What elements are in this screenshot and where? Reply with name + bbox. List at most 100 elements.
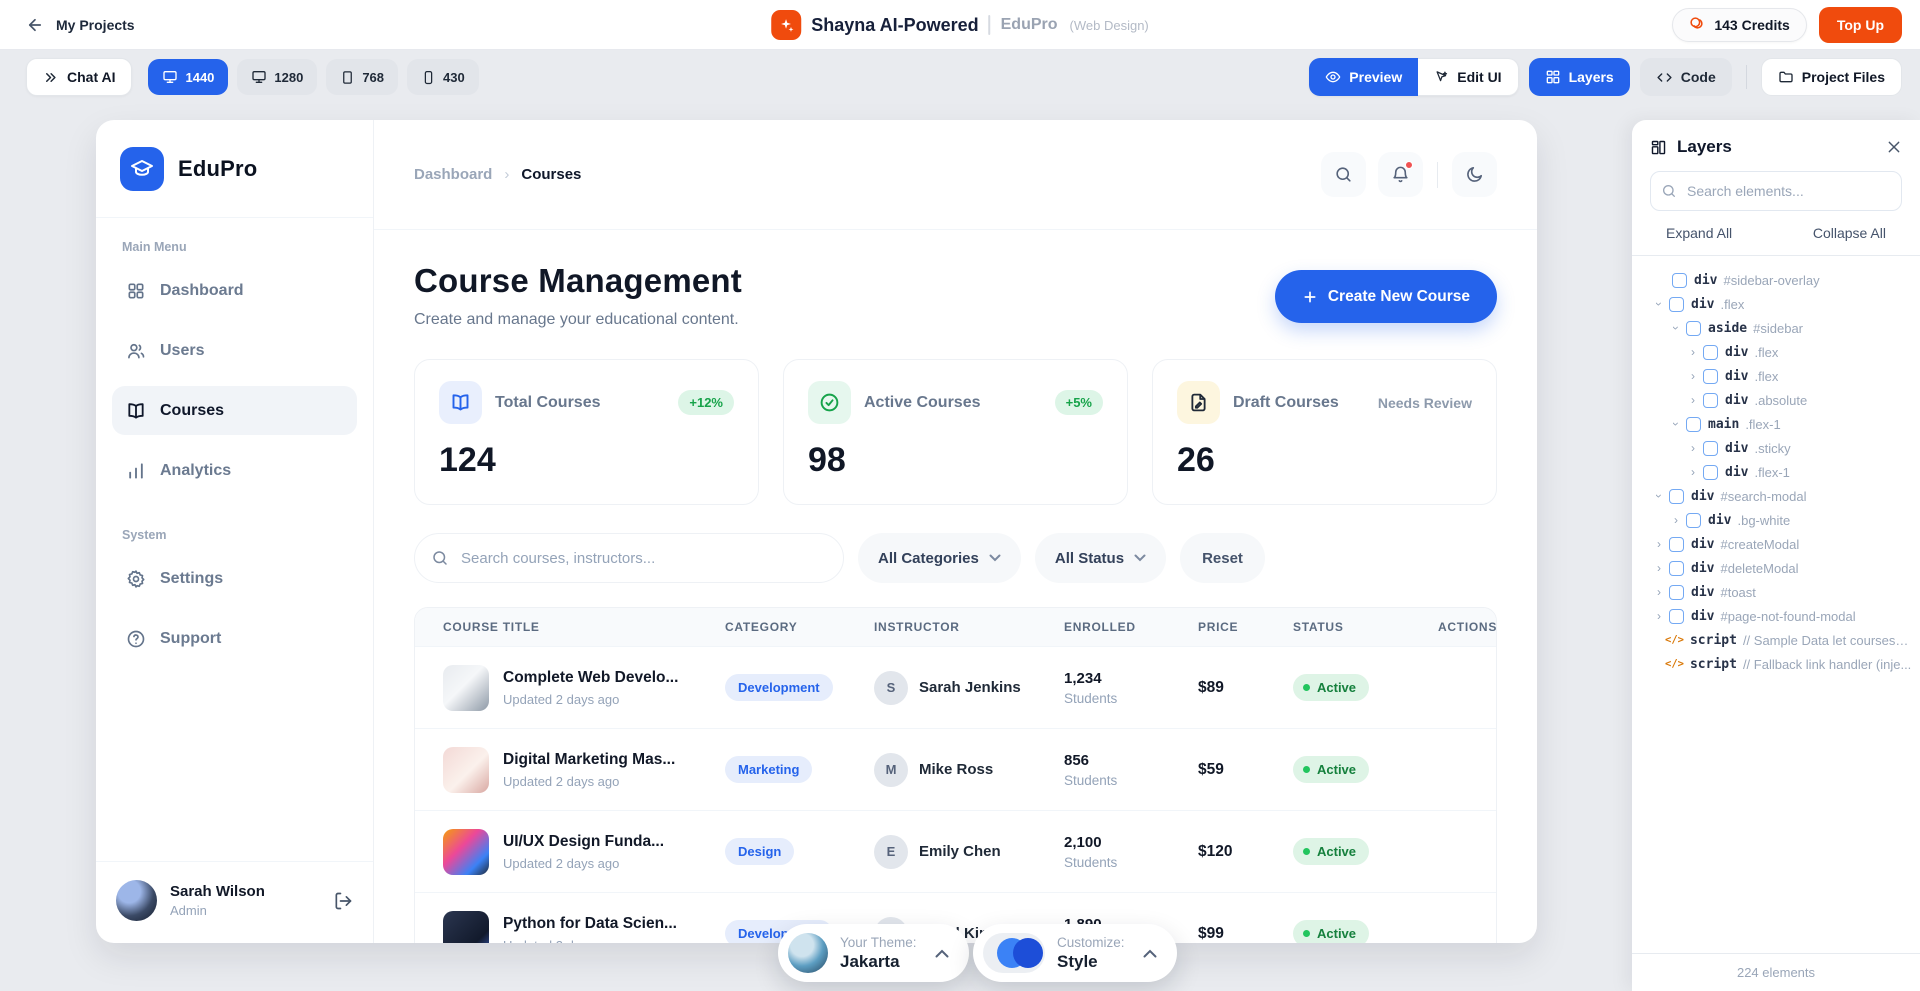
layer-row[interactable]: › div.absolute (1640, 388, 1912, 412)
users-icon (126, 341, 146, 361)
chevron-right-icon[interactable]: › (1652, 585, 1666, 599)
layer-row[interactable]: › div#search-modal (1640, 484, 1912, 508)
chevron-right-icon[interactable]: › (1686, 465, 1700, 479)
edit-ui-button[interactable]: Edit UI (1418, 58, 1518, 96)
layer-checkbox[interactable] (1669, 489, 1684, 504)
sidebar-item-support[interactable]: Support (112, 614, 357, 663)
layer-row-script[interactable]: </> script// Sample Data let courses = [… (1640, 628, 1912, 652)
chevron-right-icon[interactable]: › (1686, 369, 1700, 383)
status-badge: Active (1293, 674, 1369, 701)
layer-checkbox[interactable] (1703, 441, 1718, 456)
top-up-button[interactable]: Top Up (1819, 7, 1902, 43)
title-divider (989, 15, 991, 35)
viewport-430-button[interactable]: 430 (407, 59, 479, 95)
preview-button[interactable]: Preview (1309, 58, 1418, 96)
code-button[interactable]: Code (1640, 58, 1732, 96)
notifications-button[interactable] (1378, 152, 1423, 197)
chevron-down-icon[interactable]: › (1669, 321, 1683, 335)
layer-row[interactable]: › div.sticky (1640, 436, 1912, 460)
layer-row[interactable]: › div#page-not-found-modal (1640, 604, 1912, 628)
layers-button[interactable]: Layers (1529, 58, 1630, 96)
layer-row[interactable]: › div.flex (1640, 340, 1912, 364)
status-badge: Active (1293, 756, 1369, 783)
layout-icon (1545, 69, 1561, 85)
chevron-down-icon[interactable]: › (1652, 297, 1666, 311)
table-row[interactable]: Complete Web Develo... Updated 2 days ag… (415, 646, 1496, 728)
status-badge: Active (1293, 920, 1369, 943)
layer-checkbox[interactable] (1703, 393, 1718, 408)
my-projects-link[interactable]: My Projects (56, 17, 135, 33)
layer-row[interactable]: div#sidebar-overlay (1640, 268, 1912, 292)
layer-checkbox[interactable] (1669, 561, 1684, 576)
layer-checkbox[interactable] (1703, 345, 1718, 360)
layer-row[interactable]: › div.flex (1640, 364, 1912, 388)
brand[interactable]: EduPro (96, 120, 373, 218)
layer-row[interactable]: › div#toast (1640, 580, 1912, 604)
chevron-down-icon[interactable]: › (1652, 489, 1666, 503)
course-search-input[interactable] (414, 533, 844, 583)
chevron-right-icon[interactable]: › (1686, 441, 1700, 455)
customize-style[interactable]: Customize: Style (973, 924, 1177, 982)
status-filter[interactable]: All Status (1035, 533, 1166, 583)
chevron-right-icon[interactable]: › (1652, 561, 1666, 575)
sidebar-item-courses[interactable]: Courses (112, 386, 357, 435)
chevron-right-icon[interactable]: › (1686, 345, 1700, 359)
dark-mode-button[interactable] (1452, 152, 1497, 197)
viewport-1440-button[interactable]: 1440 (148, 59, 228, 95)
search-button[interactable] (1321, 152, 1366, 197)
layer-checkbox[interactable] (1703, 465, 1718, 480)
category-filter[interactable]: All Categories (858, 533, 1021, 583)
chat-ai-button[interactable]: Chat AI (26, 58, 132, 96)
course-updated: Updated 2 days ago (503, 692, 678, 707)
mode-switcher: Preview Edit UI (1309, 58, 1518, 96)
chevron-right-icon[interactable]: › (1652, 537, 1666, 551)
layer-row[interactable]: › div.bg-white (1640, 508, 1912, 532)
sidebar-item-settings[interactable]: Settings (112, 554, 357, 603)
user-profile[interactable]: Sarah Wilson Admin (96, 861, 373, 943)
layer-checkbox[interactable] (1686, 321, 1701, 336)
chevron-down-icon[interactable]: › (1669, 417, 1683, 431)
toolbar-divider (1746, 65, 1747, 89)
create-new-course-button[interactable]: Create New Course (1275, 270, 1497, 323)
viewport-768-button[interactable]: 768 (326, 59, 398, 95)
back-button[interactable] (26, 16, 44, 34)
breadcrumb-dashboard[interactable]: Dashboard (414, 166, 492, 183)
layer-row[interactable]: › div.flex-1 (1640, 460, 1912, 484)
layer-checkbox[interactable] (1669, 609, 1684, 624)
layer-checkbox[interactable] (1703, 369, 1718, 384)
layer-checkbox[interactable] (1686, 513, 1701, 528)
sidebar-item-dashboard[interactable]: Dashboard (112, 266, 357, 315)
table-row[interactable]: UI/UX Design Funda... Updated 2 days ago… (415, 810, 1496, 892)
project-files-button[interactable]: Project Files (1761, 58, 1902, 96)
sidebar-item-analytics[interactable]: Analytics (112, 446, 357, 495)
layer-checkbox[interactable] (1686, 417, 1701, 432)
layer-row[interactable]: › div.flex (1640, 292, 1912, 316)
close-icon[interactable] (1886, 139, 1902, 155)
chevron-right-icon[interactable]: › (1686, 393, 1700, 407)
preview-canvas: EduPro Main Menu Dashboard Users Courses… (96, 120, 1537, 943)
layer-row[interactable]: › aside#sidebar (1640, 316, 1912, 340)
table-row[interactable]: Digital Marketing Mas... Updated 2 days … (415, 728, 1496, 810)
layer-checkbox[interactable] (1669, 297, 1684, 312)
status-dot (1303, 848, 1310, 855)
layer-row[interactable]: › div#deleteModal (1640, 556, 1912, 580)
reset-filters-button[interactable]: Reset (1180, 533, 1265, 583)
layer-row[interactable]: › main.flex-1 (1640, 412, 1912, 436)
layer-checkbox[interactable] (1672, 273, 1687, 288)
credits-badge[interactable]: 143 Credits (1672, 8, 1806, 42)
viewport-1280-button[interactable]: 1280 (237, 59, 317, 95)
layer-row[interactable]: › div#createModal (1640, 532, 1912, 556)
theme-picker[interactable]: Your Theme: Jakarta (778, 924, 969, 982)
logout-icon[interactable] (333, 891, 353, 911)
layers-search-input[interactable] (1650, 171, 1902, 211)
collapse-all-button[interactable]: Collapse All (1813, 225, 1886, 241)
chevron-right-icon[interactable]: › (1669, 513, 1683, 527)
layer-checkbox[interactable] (1669, 537, 1684, 552)
layer-checkbox[interactable] (1669, 585, 1684, 600)
layer-row-script[interactable]: </> script// Fallback link handler (inje… (1640, 652, 1912, 676)
stat-card-total-courses: Total Courses +12% 124 (414, 359, 759, 505)
breadcrumb: Dashboard › Courses (414, 166, 581, 183)
sidebar-item-users[interactable]: Users (112, 326, 357, 375)
chevron-right-icon[interactable]: › (1652, 609, 1666, 623)
expand-all-button[interactable]: Expand All (1666, 225, 1732, 241)
